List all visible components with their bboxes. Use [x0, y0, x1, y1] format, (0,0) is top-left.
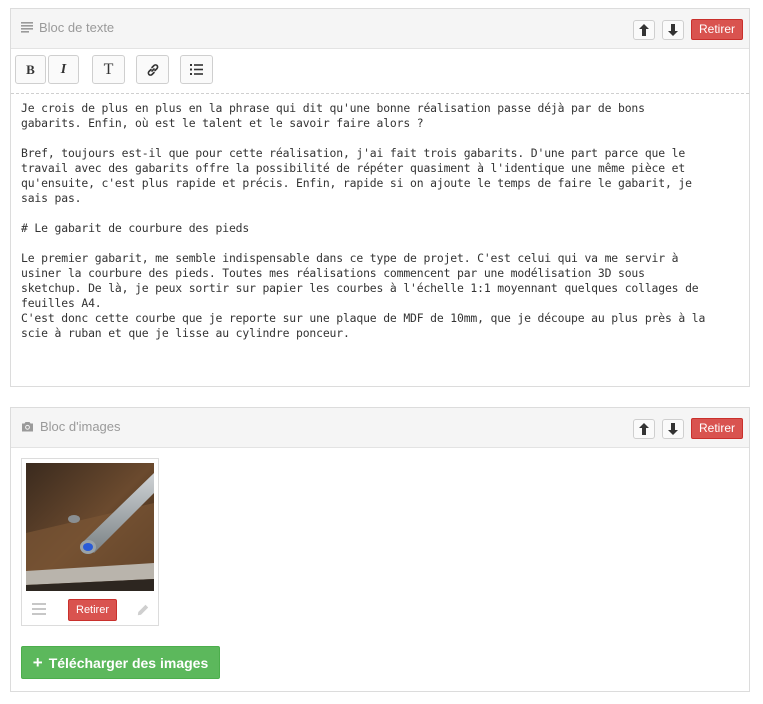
plus-icon: + [32, 652, 43, 672]
move-down-button[interactable] [662, 418, 684, 439]
arrow-up-icon [639, 422, 649, 435]
move-down-button[interactable] [662, 19, 684, 40]
image-card-footer: Retirer [22, 599, 158, 621]
upload-images-button[interactable]: + Télécharger des images [21, 646, 220, 679]
bold-icon: B [26, 61, 35, 77]
link-button[interactable] [136, 55, 169, 84]
bold-button[interactable]: B [15, 55, 46, 84]
text-block-title-label: Bloc de texte [39, 20, 115, 35]
text-editor[interactable]: Je crois de plus en plus en la phrase qu… [11, 94, 749, 341]
image-block-title: Bloc d'images [21, 419, 121, 434]
upload-images-label: Télécharger des images [48, 654, 209, 671]
heading-button[interactable]: T [92, 55, 125, 84]
remove-image-button[interactable]: Retirer [68, 599, 118, 621]
text-block-header: Bloc de texte Retirer [11, 9, 749, 49]
image-card: Retirer [21, 458, 159, 626]
text-block-panel: Bloc de texte Retirer B I T Je crois de [10, 8, 750, 387]
list-button[interactable] [180, 55, 213, 84]
link-icon [147, 63, 158, 76]
move-up-button[interactable] [633, 19, 655, 40]
arrow-down-icon [668, 422, 678, 435]
camera-icon [21, 421, 34, 432]
arrow-down-icon [668, 23, 678, 36]
move-up-button[interactable] [633, 418, 655, 439]
image-block-panel: Bloc d'images Retirer Retirer + Téléchar… [10, 407, 750, 692]
image-thumbnail[interactable] [26, 463, 154, 591]
paragraph-icon [21, 22, 33, 33]
arrow-up-icon [639, 23, 649, 36]
image-block-header: Bloc d'images Retirer [11, 408, 749, 448]
pencil-icon[interactable] [137, 603, 149, 621]
editor-toolbar: B I T [11, 49, 749, 94]
remove-image-block-button[interactable]: Retirer [691, 418, 744, 439]
italic-button[interactable]: I [48, 55, 79, 84]
italic-icon: I [60, 61, 67, 77]
remove-text-block-button[interactable]: Retirer [691, 19, 744, 40]
drag-handle-icon[interactable] [32, 602, 46, 620]
heading-icon: T [103, 60, 114, 78]
image-block-title-label: Bloc d'images [40, 419, 121, 434]
list-icon [190, 64, 203, 75]
text-block-title: Bloc de texte [21, 20, 114, 35]
